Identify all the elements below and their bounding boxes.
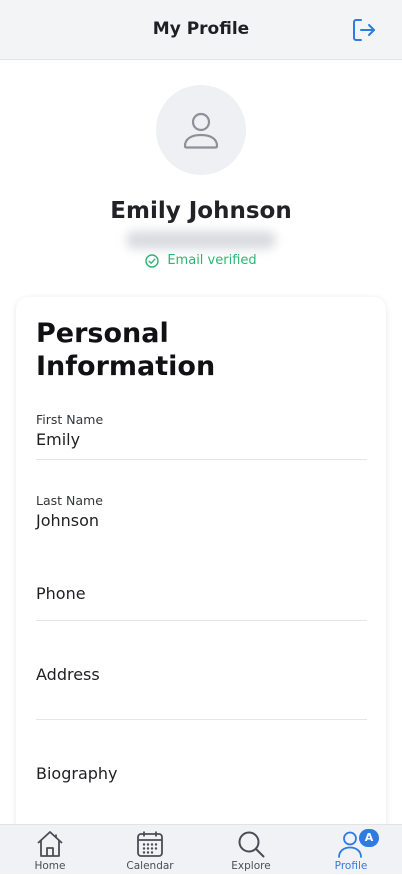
page-title: My Profile xyxy=(152,19,250,39)
tab-profile[interactable]: A Profile xyxy=(301,825,401,875)
phone-field[interactable]: Phone xyxy=(36,584,367,603)
personal-info-card: Personal Information First Name Emily La… xyxy=(16,297,386,857)
first-name-field[interactable]: First Name Emily xyxy=(36,412,367,449)
tab-explore[interactable]: Explore xyxy=(201,825,301,875)
logout-icon xyxy=(353,19,375,41)
first-name-value[interactable]: Emily xyxy=(36,430,367,449)
tab-home[interactable]: Home xyxy=(0,825,100,875)
tab-calendar[interactable]: Calendar xyxy=(100,825,200,875)
avatar[interactable] xyxy=(156,85,246,175)
tab-bar: Home Calendar Explore A Profile xyxy=(0,824,402,874)
last-name-value[interactable]: Johnson xyxy=(36,511,367,530)
logout-button[interactable] xyxy=(350,16,378,44)
tab-label: Profile xyxy=(334,860,368,872)
section-title: Personal Information xyxy=(36,318,216,382)
verified-label: Email verified xyxy=(167,253,257,268)
check-circle-icon xyxy=(145,253,160,268)
last-name-label: Last Name xyxy=(36,493,103,508)
tab-label: Home xyxy=(34,860,66,872)
notification-badge: A xyxy=(359,829,379,847)
profile-name: Emily Johnson xyxy=(110,198,292,224)
phone-label: Phone xyxy=(36,584,86,603)
user-icon xyxy=(183,112,219,149)
tab-label: Explore xyxy=(231,860,271,872)
biography-field[interactable]: Biography xyxy=(36,764,367,783)
blurred-email xyxy=(126,231,276,249)
address-field[interactable]: Address xyxy=(36,665,367,684)
calendar-icon xyxy=(135,829,165,859)
home-icon xyxy=(35,829,65,859)
biography-label: Biography xyxy=(36,764,118,783)
divider xyxy=(36,620,367,621)
last-name-field[interactable]: Last Name Johnson xyxy=(36,493,367,530)
divider xyxy=(36,459,367,460)
divider xyxy=(36,719,367,720)
search-icon xyxy=(236,829,266,859)
app-header: My Profile xyxy=(0,0,402,60)
tab-label: Calendar xyxy=(126,860,174,872)
email-verified-status: Email verified xyxy=(0,253,402,268)
first-name-label: First Name xyxy=(36,412,104,427)
address-label: Address xyxy=(36,665,100,684)
